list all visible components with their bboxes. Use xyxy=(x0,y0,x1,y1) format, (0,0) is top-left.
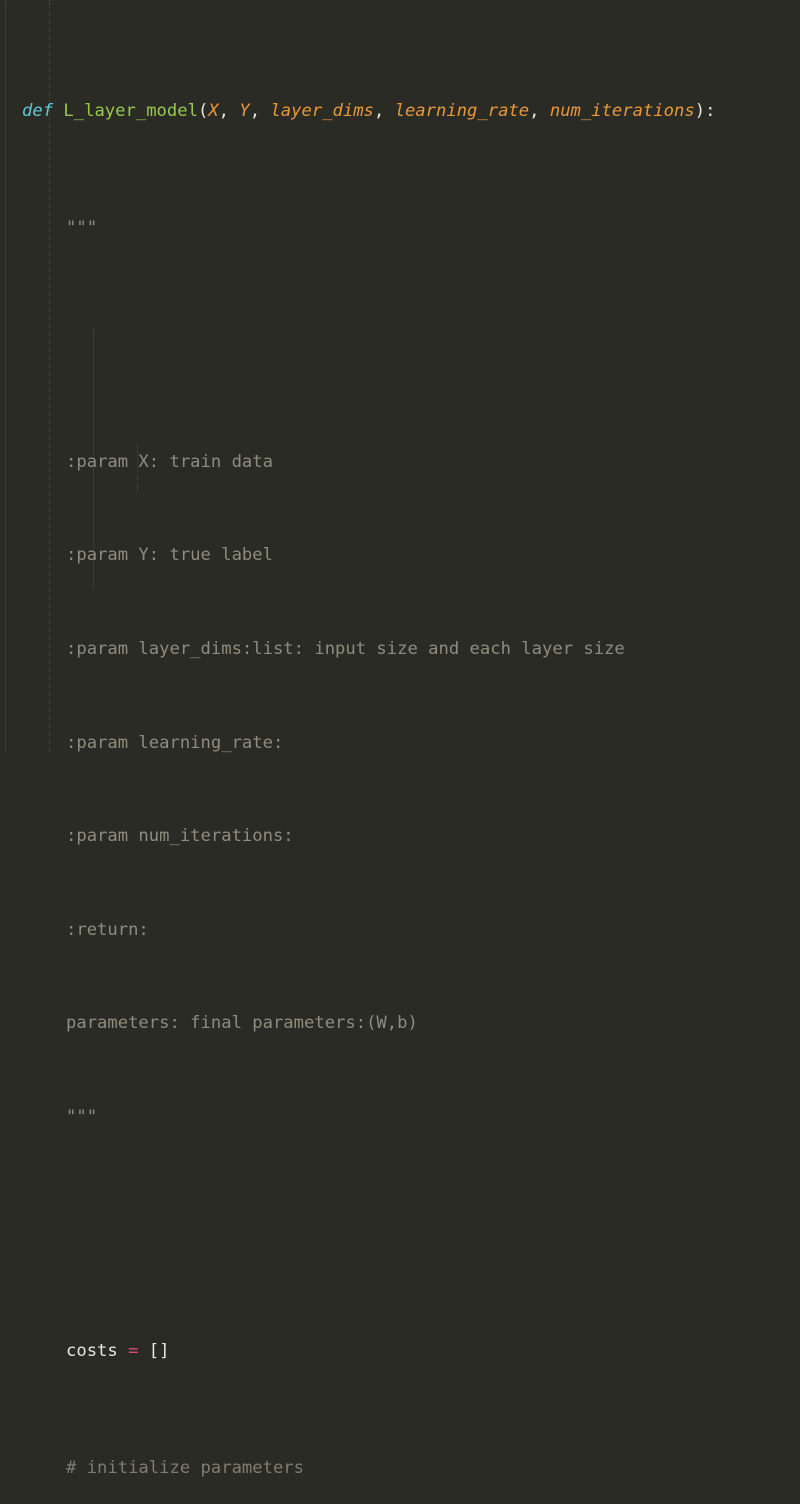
docstring-param-y: :param Y: true label xyxy=(66,545,273,566)
paren-open: ( xyxy=(197,100,209,121)
code-line-6[interactable]: :param layer_dims:list: input size and e… xyxy=(0,638,772,661)
docstring-param-x: :param X: train data xyxy=(66,451,273,472)
code-line-2[interactable]: """ xyxy=(0,217,772,240)
comma: , xyxy=(249,100,271,121)
docstring-return: :return: xyxy=(66,919,149,940)
param-y: Y xyxy=(239,100,250,121)
var-costs: costs xyxy=(66,1340,129,1361)
param-learning-rate: learning_rate xyxy=(394,100,530,121)
comma: , xyxy=(373,100,395,121)
comment-initialize-parameters: # initialize parameters xyxy=(66,1457,304,1478)
docstring-param-num-iterations: :param num_iterations: xyxy=(66,826,294,847)
docstring-returns-desc: parameters: final parameters:(W,b) xyxy=(66,1013,418,1034)
assign-operator: = xyxy=(128,1340,139,1361)
empty-list: [] xyxy=(138,1340,170,1361)
code-line-4[interactable]: :param X: train data xyxy=(0,451,772,474)
code-line-5[interactable]: :param Y: true label xyxy=(0,544,772,567)
code-line-14[interactable]: # initialize parameters xyxy=(0,1457,772,1480)
comma: , xyxy=(218,100,240,121)
code-line-1[interactable]: def L_layer_model(X, Y, layer_dims, lear… xyxy=(0,100,772,123)
docstring-open: """ xyxy=(66,217,98,238)
paren-close-colon: ): xyxy=(694,100,716,121)
code-line-3[interactable] xyxy=(0,334,772,357)
code-content[interactable]: def L_layer_model(X, Y, layer_dims, lear… xyxy=(0,0,772,1504)
comma: , xyxy=(529,100,550,121)
keyword-def: def xyxy=(22,100,54,121)
code-editor[interactable]: def L_layer_model(X, Y, layer_dims, lear… xyxy=(0,0,800,1478)
code-line-12[interactable] xyxy=(0,1223,772,1246)
code-line-10[interactable]: parameters: final parameters:(W,b) xyxy=(0,1012,772,1035)
docstring-param-learning-rate: :param learning_rate: xyxy=(66,732,284,753)
code-line-9[interactable]: :return: xyxy=(0,919,772,942)
param-layer-dims: layer_dims xyxy=(270,100,374,121)
param-num-iterations: num_iterations xyxy=(549,100,695,121)
code-line-13[interactable]: costs = [] xyxy=(0,1340,772,1363)
code-line-8[interactable]: :param num_iterations: xyxy=(0,825,772,848)
docstring-close: """ xyxy=(66,1106,98,1127)
code-line-7[interactable]: :param learning_rate: xyxy=(0,732,772,755)
function-name: L_layer_model xyxy=(63,100,198,121)
code-line-11[interactable]: """ xyxy=(0,1106,772,1129)
param-x: X xyxy=(208,100,219,121)
docstring-param-layer-dims: :param layer_dims:list: input size and e… xyxy=(66,638,625,659)
